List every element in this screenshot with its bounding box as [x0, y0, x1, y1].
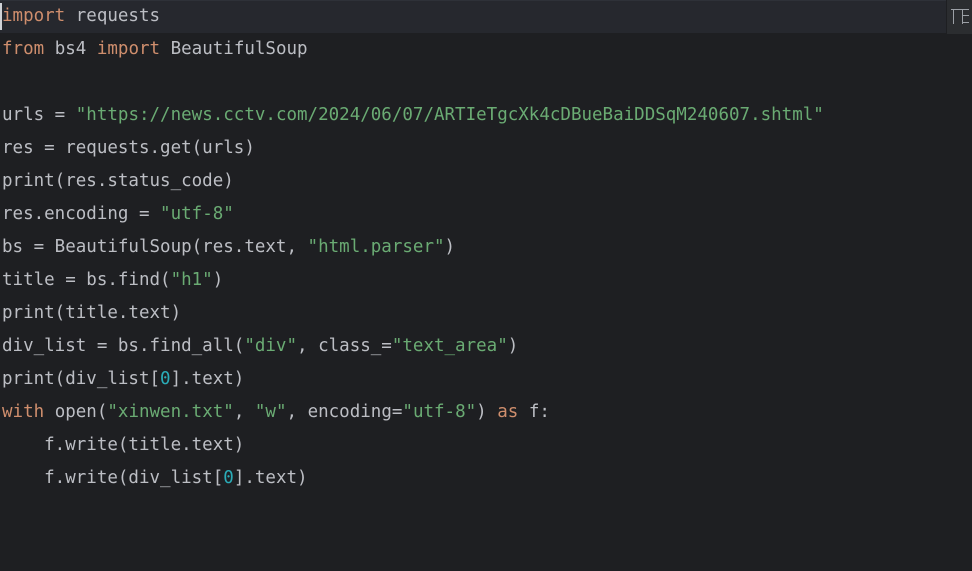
code-line[interactable]: print(title.text) [2, 297, 972, 330]
code-line[interactable]: with open("xinwen.txt", "w", encoding="u… [2, 396, 972, 429]
code-line[interactable]: from bs4 import BeautifulSoup [2, 33, 972, 66]
code-line[interactable]: bs = BeautifulSoup(res.text, "html.parse… [2, 231, 972, 264]
code-line[interactable] [2, 495, 972, 528]
code-token-str: "w" [254, 402, 287, 422]
code-line[interactable]: urls = "https://news.cctv.com/2024/06/07… [2, 99, 972, 132]
code-line[interactable]: res = requests.get(urls) [2, 132, 972, 165]
code-line[interactable]: f.write(title.text) [2, 429, 972, 462]
code-token-plain: f.write(div_list[ [2, 468, 224, 488]
code-token-kw: import [96, 39, 161, 59]
code-line[interactable]: div_list = bs.find_all("div", class_="te… [2, 330, 972, 363]
code-token-plain: f: [518, 402, 550, 422]
code-token-plain: , class_= [297, 336, 392, 356]
code-token-plain: ].text) [170, 369, 245, 389]
code-token-kw: import [2, 6, 66, 26]
code-token-plain: urls = [2, 105, 76, 125]
code-line[interactable]: f.write(div_list[0].text) [2, 462, 972, 495]
code-token-plain: bs4 [44, 39, 97, 59]
code-line[interactable]: print(res.status_code) [2, 165, 972, 198]
text-caret [0, 3, 2, 30]
code-token-kw: as [497, 402, 519, 422]
table-grid-icon [951, 9, 969, 24]
code-line[interactable]: title = bs.find("h1") [2, 264, 972, 297]
code-token-str: "utf-8" [160, 204, 234, 224]
code-token-plain: BeautifulSoup [160, 39, 308, 59]
code-token-plain: ) [476, 402, 498, 422]
code-token-str: "xinwen.txt" [107, 402, 234, 422]
code-text-area[interactable]: import requests from bs4 import Beautiful… [0, 0, 972, 561]
code-token-plain: ) [444, 237, 456, 257]
code-token-str: "https://news.cctv.com/2024/06/07/ARTIeT… [75, 105, 824, 125]
code-token-plain: ].text) [233, 468, 308, 488]
code-token-plain: , encoding= [286, 402, 403, 422]
code-token-plain: ) [212, 270, 224, 290]
code-token-plain: res.encoding = [2, 204, 161, 224]
code-token-str: "div" [244, 336, 298, 356]
code-line[interactable] [2, 528, 972, 561]
code-token-num: 0 [160, 369, 171, 389]
code-token-plain: print(div_list[ [2, 369, 161, 389]
code-token-plain: , [233, 402, 255, 422]
code-token-plain: open( [44, 402, 108, 422]
code-line[interactable]: res.encoding = "utf-8" [2, 198, 972, 231]
code-token-plain: print(res.status_code) [2, 171, 234, 191]
code-line[interactable] [2, 66, 972, 99]
code-token-str: "html.parser" [307, 237, 445, 257]
code-editor[interactable]: import requests from bs4 import Beautiful… [0, 0, 972, 571]
code-token-plain: div_list = bs.find_all( [2, 336, 245, 356]
code-token-num: 0 [223, 468, 234, 488]
code-token-kw: with [2, 402, 45, 422]
code-token-plain: f.write(title.text) [2, 435, 245, 455]
table-grid-icon-overlay[interactable] [946, 0, 972, 34]
code-token-kw: from [2, 39, 45, 59]
code-token-plain: print(title.text) [2, 303, 182, 323]
code-token-plain: ) [507, 336, 519, 356]
code-token-plain: res = requests.get(urls) [2, 138, 255, 158]
code-token-str: "h1" [170, 270, 213, 290]
code-token-str: "utf-8" [402, 402, 477, 422]
code-token-plain: bs = BeautifulSoup(res.text, [2, 237, 308, 257]
code-line[interactable]: import requests [2, 0, 972, 33]
code-line[interactable]: print(div_list[0].text) [2, 363, 972, 396]
code-token-plain: requests [65, 6, 161, 26]
code-token-str: "text_area" [391, 336, 508, 356]
code-token-plain: title = bs.find( [2, 270, 171, 290]
